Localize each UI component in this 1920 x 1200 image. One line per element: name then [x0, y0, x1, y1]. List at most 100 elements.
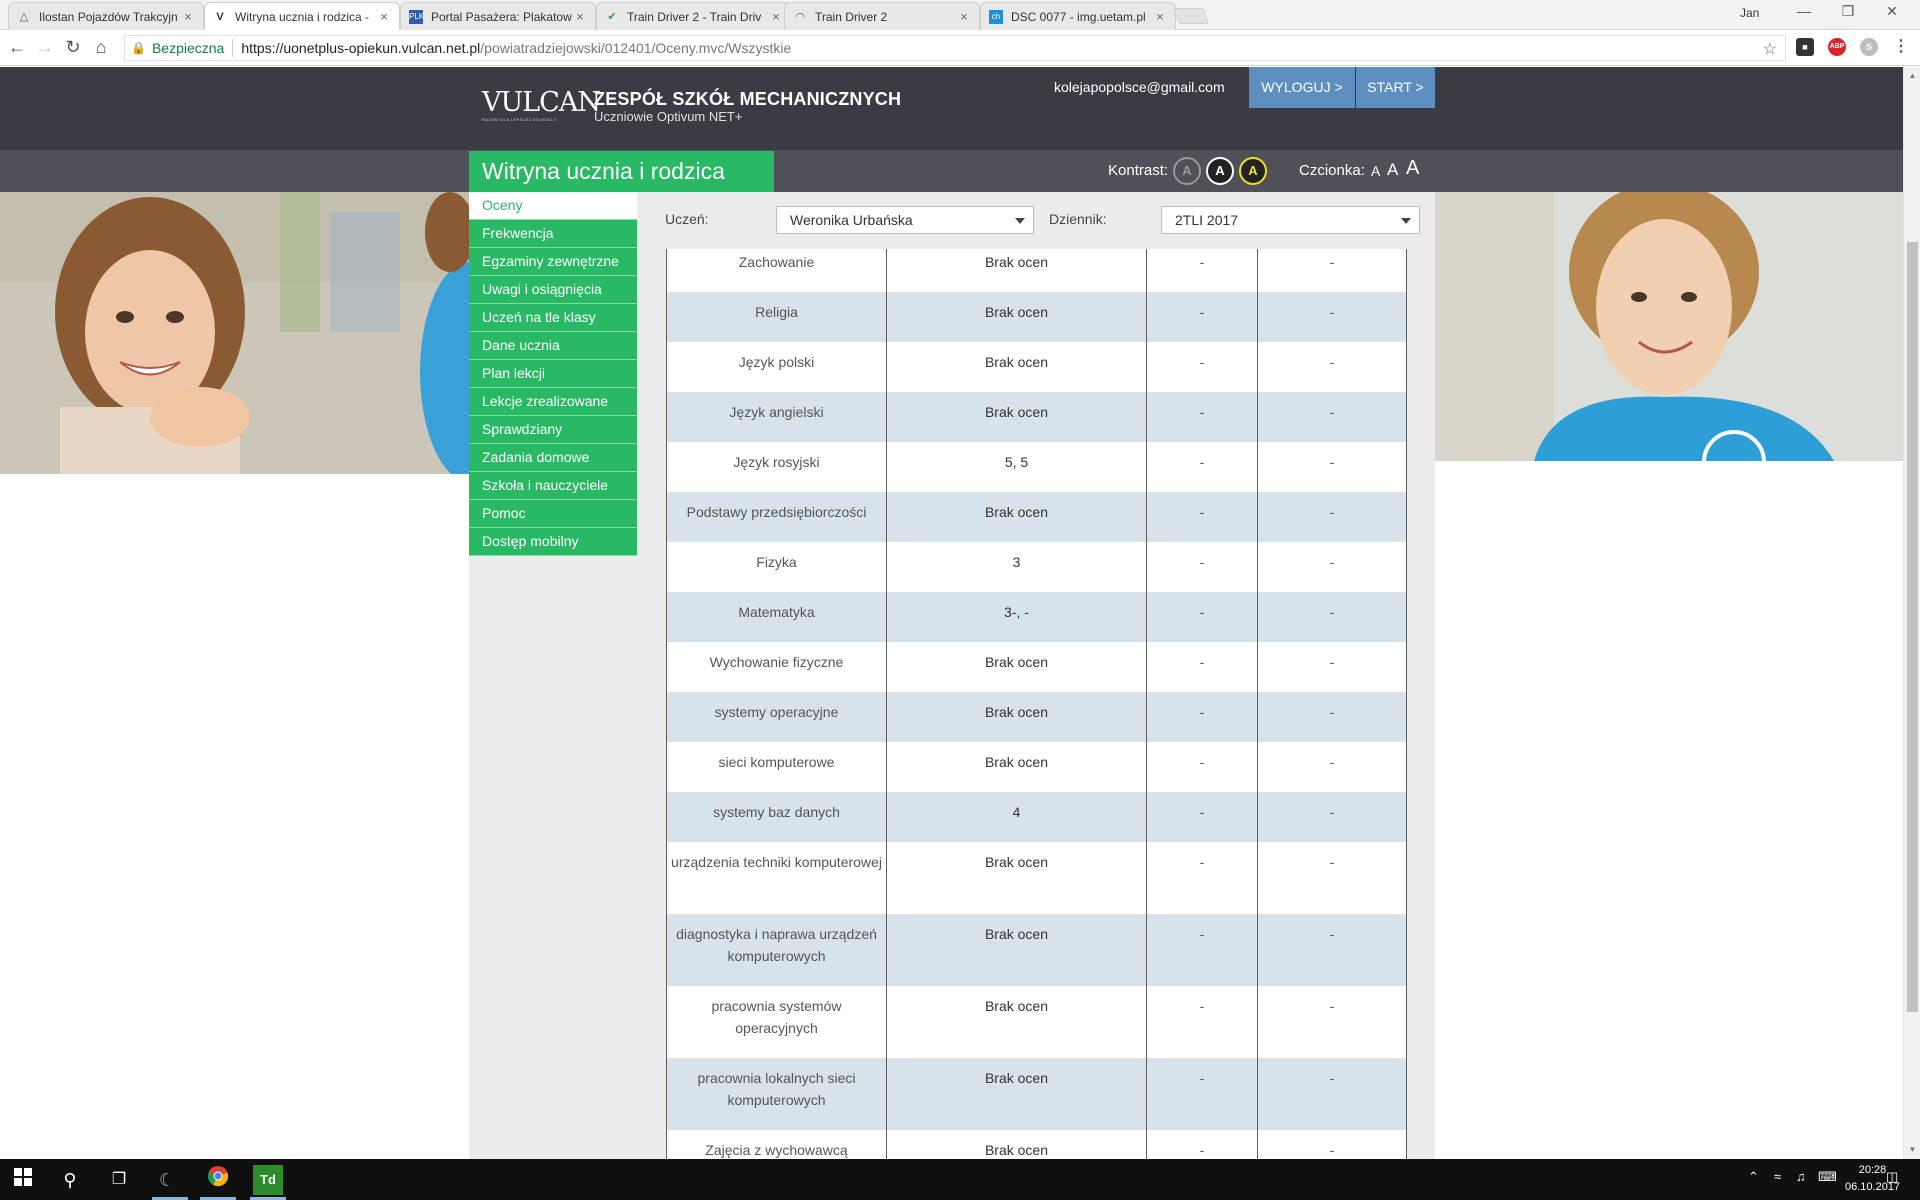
scroll-up-icon[interactable]: ▲	[1904, 69, 1920, 83]
sidebar-item-uwagi[interactable]: Uwagi i osiągnięcia	[469, 276, 637, 304]
address-bar[interactable]: 🔒 Bezpieczna https://uonetplus-opiekun.v…	[124, 35, 1786, 61]
grade-row: Język polski Brak ocen - -	[666, 342, 1407, 392]
network-icon[interactable]: ≈	[1774, 1169, 1781, 1184]
forward-icon[interactable]: →	[34, 36, 56, 58]
grade-row: pracownia systemów operacyjnych Brak ocen…	[666, 986, 1407, 1058]
sidebar-item-zadania-domowe[interactable]: Zadania domowe	[469, 444, 637, 472]
grades-cell: 3-, -	[887, 592, 1147, 642]
contrast-default-button[interactable]: A	[1173, 157, 1201, 185]
browser-tab[interactable]: △ Ilostan Pojazdów Trakcyjn ×	[8, 2, 204, 30]
grade-row: Język rosyjski 5, 5--	[666, 442, 1407, 492]
sidebar-item-dane-ucznia[interactable]: Dane ucznia	[469, 332, 637, 360]
new-tab-button[interactable]	[1173, 8, 1209, 24]
grade-row: Wychowanie fizyczne Brak ocen - -	[666, 642, 1407, 692]
page-title: Witryna ucznia i rodzica	[469, 151, 774, 192]
subject-cell: urządzenia techniki komputerowej	[666, 842, 887, 914]
close-icon[interactable]: ×	[957, 9, 971, 24]
browser-tab[interactable]: PLK Portal Pasażera: Plakatow ×	[400, 2, 596, 30]
bookmark-star-icon[interactable]: ☆	[1763, 39, 1777, 59]
average-cell: -	[1147, 792, 1258, 842]
start-button[interactable]: START >	[1356, 67, 1435, 108]
grades-cell: 4	[887, 792, 1147, 842]
web-page: VULCAN RAZEM DLA LEPSZEJ EDUKACJI ZESPÓŁ…	[0, 67, 1903, 1159]
tab-title: Witryna ucznia i rodzica -	[235, 9, 370, 24]
close-icon[interactable]: ×	[769, 9, 783, 24]
contrast-dark-button[interactable]: A	[1206, 157, 1234, 185]
sidebar-menu: Oceny Frekwencja Egzaminy zewnętrzne Uwa…	[469, 192, 637, 556]
sidebar-item-uczen-na-tle-klasy[interactable]: Uczeń na tle klasy	[469, 304, 637, 332]
sidebar-item-oceny[interactable]: Oceny	[469, 192, 637, 220]
font-medium-button[interactable]: A	[1387, 160, 1398, 180]
home-icon[interactable]: ⌂	[90, 36, 112, 58]
close-window-icon[interactable]: ✕	[1872, 3, 1912, 20]
sidebar-item-szkola[interactable]: Szkoła i nauczyciele	[469, 472, 637, 500]
browser-tab[interactable]: ch DSC 0077 - img.uetam.pl ×	[980, 2, 1176, 30]
search-icon[interactable]: ⚲	[55, 1165, 85, 1195]
final-grade-cell: -	[1258, 392, 1407, 442]
close-icon[interactable]: ×	[377, 9, 391, 24]
chrome-icon[interactable]	[203, 1165, 233, 1195]
sidebar-item-sprawdziany[interactable]: Sprawdziany	[469, 416, 637, 444]
subject-cell: Religia	[666, 292, 887, 342]
keyboard-icon[interactable]: ⌨	[1818, 1169, 1837, 1185]
close-icon[interactable]: ×	[573, 9, 587, 24]
average-cell: -	[1147, 542, 1258, 592]
app-icon[interactable]: ☾	[152, 1165, 182, 1195]
task-view-icon[interactable]: ❐	[104, 1165, 134, 1195]
scrollbar-thumb[interactable]	[1907, 242, 1918, 1012]
browser-tab-active[interactable]: V Witryna ucznia i rodzica - ×	[204, 2, 400, 30]
extension-icon[interactable]: ■	[1796, 38, 1814, 56]
subject-cell: diagnostyka i naprawa urządzeń komputero…	[666, 914, 887, 986]
boy-illustration	[1434, 192, 1903, 461]
grades-cell: Brak ocen	[887, 914, 1147, 986]
close-icon[interactable]: ×	[1153, 9, 1167, 24]
tab-title: Train Driver 2	[815, 9, 888, 24]
notifications-icon[interactable]: ◫	[1886, 1169, 1898, 1185]
minimize-icon[interactable]: —	[1784, 3, 1824, 19]
adblock-icon[interactable]: ABP	[1828, 38, 1846, 56]
subject-cell: Język rosyjski	[666, 442, 887, 492]
restore-icon[interactable]: ❐	[1828, 3, 1868, 20]
sidebar-item-pomoc[interactable]: Pomoc	[469, 500, 637, 528]
average-cell: -	[1147, 986, 1258, 1058]
student-label: Uczeń:	[665, 211, 709, 227]
plk-icon: PLK	[409, 9, 424, 24]
subject-cell: pracownia systemów operacyjnych	[666, 986, 887, 1058]
sidebar-item-egzaminy[interactable]: Egzaminy zewnętrzne	[469, 248, 637, 276]
reload-icon[interactable]: ↻	[62, 36, 84, 58]
sidebar-item-lekcje-zrealizowane[interactable]: Lekcje zrealizowane	[469, 388, 637, 416]
user-email: kolejapopolsce@gmail.com	[1054, 79, 1225, 95]
font-large-button[interactable]: A	[1406, 157, 1419, 180]
page-scrollbar[interactable]: ▲ ▼	[1903, 67, 1920, 1159]
sidebar-item-dostep-mobilny[interactable]: Dostęp mobilny	[469, 528, 637, 556]
contrast-yellow-button[interactable]: A	[1239, 157, 1267, 185]
sidebar-item-plan-lekcji[interactable]: Plan lekcji	[469, 360, 637, 388]
final-grade-cell: -	[1258, 642, 1407, 692]
browser-tab[interactable]: ✔ Train Driver 2 - Train Driv ×	[596, 2, 792, 30]
profile-button[interactable]: Jan	[1740, 6, 1759, 20]
subject-cell: systemy operacyjne	[666, 692, 887, 742]
logout-button[interactable]: WYLOGUJ >	[1249, 67, 1355, 108]
average-cell: -	[1147, 842, 1258, 914]
girl-illustration	[0, 192, 470, 474]
train-driver-icon[interactable]: Td	[253, 1165, 283, 1195]
windows-start-icon[interactable]	[8, 1165, 38, 1195]
volume-icon[interactable]: ♫	[1796, 1169, 1806, 1184]
final-grade-cell: -	[1258, 842, 1407, 914]
skype-icon[interactable]: S	[1860, 38, 1878, 56]
browser-tab[interactable]: ◠ Train Driver 2 ×	[784, 2, 980, 30]
back-icon[interactable]: ←	[6, 36, 28, 58]
subject-cell: Zajęcia z wychowawcą	[666, 1130, 887, 1159]
scroll-down-icon[interactable]: ▼	[1904, 1143, 1920, 1157]
student-select[interactable]: Weronika Urbańska	[776, 206, 1034, 234]
grades-cell: 3	[887, 542, 1147, 592]
close-icon[interactable]: ×	[181, 9, 195, 24]
vulcan-logo[interactable]: VULCAN RAZEM DLA LEPSZEJ EDUKACJI	[482, 89, 601, 129]
tray-chevron-icon[interactable]: ⌃	[1748, 1169, 1759, 1185]
font-small-button[interactable]: A	[1371, 163, 1380, 179]
sidebar-item-frekwencja[interactable]: Frekwencja	[469, 220, 637, 248]
subject-cell: Zachowanie	[666, 249, 887, 292]
menu-dots-icon[interactable]: ⋮	[1892, 38, 1910, 56]
grade-row: Zachowanie Brak ocen - -	[666, 249, 1407, 292]
journal-select[interactable]: 2TLI 2017	[1161, 206, 1420, 234]
